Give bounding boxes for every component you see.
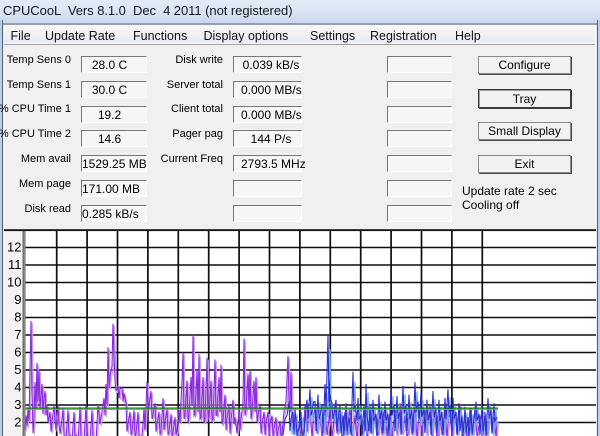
svg-text:11: 11 bbox=[8, 257, 22, 272]
svg-text:6: 6 bbox=[14, 344, 21, 359]
svg-text:9: 9 bbox=[14, 292, 21, 307]
svg-text:2: 2 bbox=[14, 414, 21, 429]
svg-text:12: 12 bbox=[7, 239, 21, 254]
svg-text:8: 8 bbox=[14, 309, 21, 324]
svg-text:3: 3 bbox=[14, 397, 21, 412]
svg-text:5: 5 bbox=[14, 362, 21, 377]
svg-text:10: 10 bbox=[7, 274, 21, 289]
svg-text:4: 4 bbox=[14, 379, 21, 394]
svg-text:7: 7 bbox=[14, 327, 21, 342]
